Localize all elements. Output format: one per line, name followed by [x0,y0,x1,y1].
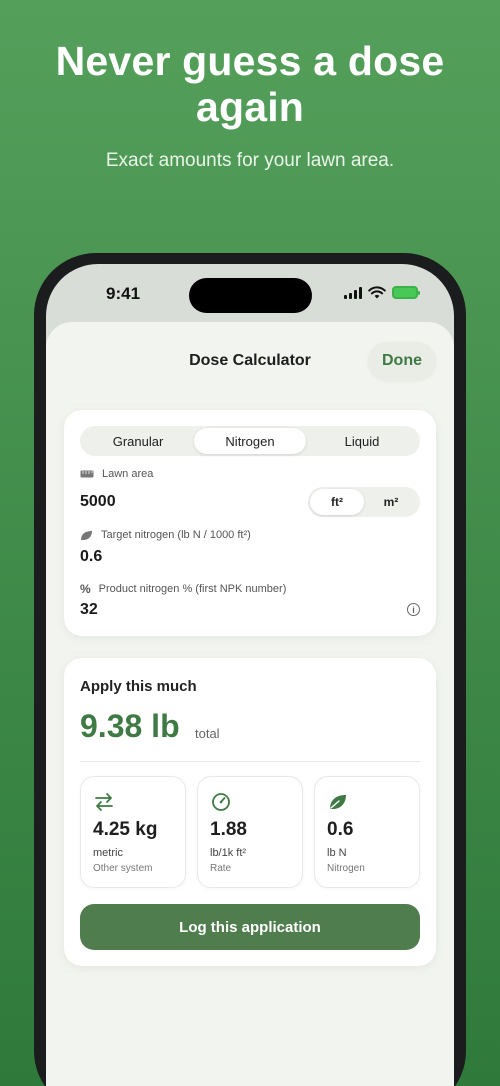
target-nitrogen-input[interactable]: 0.6 [80,548,102,566]
leaf-icon [81,530,92,540]
hero-subtitle: Exact amounts for your lawn area. [105,150,395,171]
battery-charging-icon [392,286,420,299]
product-nitrogen-label-text: Product nitrogen % (first NPK number) [98,583,287,595]
target-nitrogen-label: Target nitrogen (lb N / 1000 ft²) [80,529,251,541]
phone-screen: 9:41 Dose Calculator Done Granular Nitro… [46,264,454,1086]
product-type-segmented-control: Granular Nitrogen Liquid [80,426,420,456]
leaf-icon [327,791,349,813]
stat-card-metric: 4.25 kg metric Other system [80,776,186,888]
unit-m2[interactable]: m² [364,489,418,515]
result-title: Apply this much [80,678,197,695]
gauge-icon [210,791,232,813]
ruler-icon [80,470,94,478]
target-nitrogen-label-text: Target nitrogen (lb N / 1000 ft²) [101,529,251,541]
swap-arrows-icon [93,791,115,813]
status-icons [344,286,420,299]
unit-ft2[interactable]: ft² [310,489,364,515]
lawn-area-input[interactable]: 5000 [80,493,116,511]
stat-value: 1.88 [210,819,247,840]
divider [80,761,420,762]
stat-unit: lb/1k ft² [210,847,247,859]
product-nitrogen-input[interactable]: 32 [80,601,98,619]
status-time: 9:41 [106,284,141,303]
log-application-button[interactable]: Log this application [80,904,420,950]
hero-title: Never guess a dose again [0,38,500,130]
stat-unit: metric [93,847,123,859]
stat-caption: Rate [210,863,232,874]
stat-caption: Nitrogen [327,863,365,874]
stat-card-nitrogen: 0.6 lb N Nitrogen [314,776,420,888]
stat-value: 0.6 [327,819,354,840]
lawn-area-label-text: Lawn area [102,468,154,480]
signal-icon [344,286,362,299]
dose-calculator-sheet: Dose Calculator Done Granular Nitrogen L… [46,322,454,1086]
hero-title-line1: Never guess a dose [55,38,445,84]
hero-title-line2: again [195,84,305,130]
inputs-card: Granular Nitrogen Liquid Lawn area 5000 … [64,410,436,636]
dynamic-island [189,278,312,313]
stat-value: 4.25 kg [93,819,158,840]
area-unit-segmented-control: ft² m² [308,487,420,517]
stat-card-rate: 1.88 lb/1k ft² Rate [197,776,303,888]
result-total-unit: total [195,726,220,741]
result-card: Apply this much 9.38 lb total 4.25 kg me… [64,658,436,966]
segment-nitrogen[interactable]: Nitrogen [194,428,306,454]
product-nitrogen-label: % Product nitrogen % (first NPK number) [80,582,286,596]
wifi-icon [368,286,386,299]
stat-unit: lb N [327,847,347,859]
stat-caption: Other system [93,863,153,874]
segment-liquid[interactable]: Liquid [306,428,418,454]
done-button[interactable]: Done [368,342,436,380]
segment-granular[interactable]: Granular [82,428,194,454]
info-icon[interactable]: i [407,603,420,616]
lawn-area-label: Lawn area [80,468,153,480]
percent-icon: % [80,582,91,596]
result-total-value: 9.38 lb [80,708,180,744]
